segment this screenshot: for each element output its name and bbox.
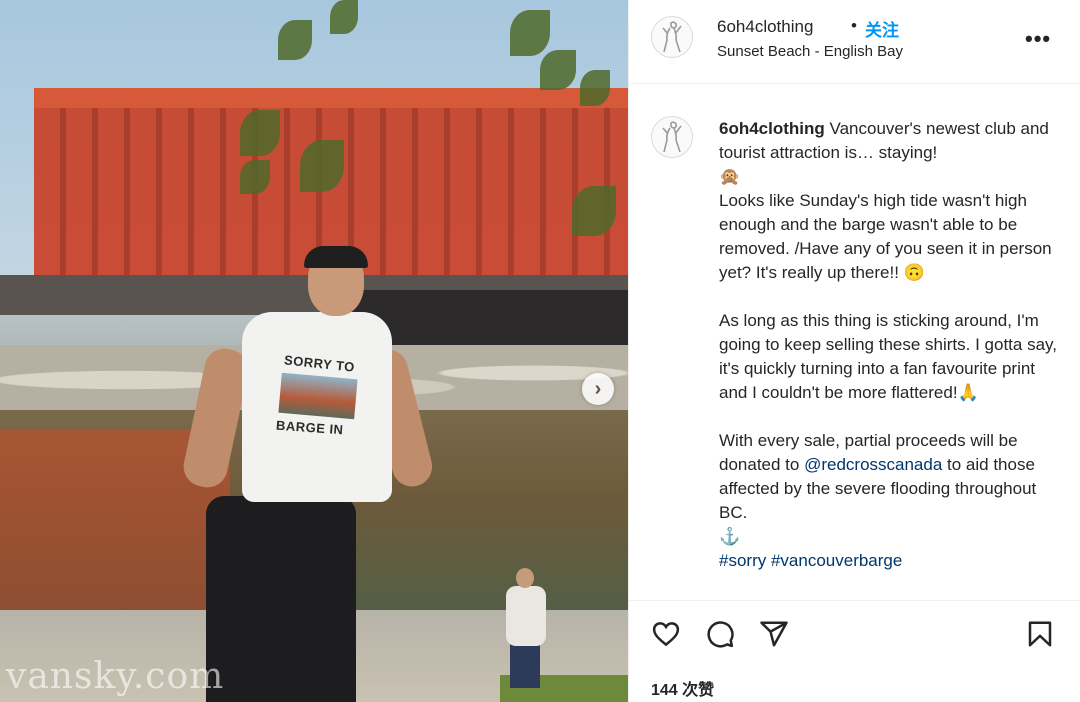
next-image-button[interactable]: › (582, 373, 614, 405)
likes-count[interactable]: 144 次赞 (651, 676, 714, 700)
person-cap (304, 246, 368, 268)
post-panel: 6oh4clothing • 关注 Sunset Beach - English… (628, 0, 1080, 702)
leaf (510, 10, 550, 56)
caption: 6oh4clothing Vancouver's newest club and… (629, 84, 1080, 600)
share-icon (760, 621, 788, 647)
caption-text: 6oh4clothing Vancouver's newest club and… (719, 117, 1065, 573)
heart-icon (652, 622, 680, 647)
like-button[interactable] (651, 619, 685, 653)
hashtag-link[interactable]: #sorry (719, 551, 766, 570)
bookmark-icon (1028, 621, 1052, 647)
leaf (300, 140, 344, 192)
anchor-icon: ⚓ (719, 527, 741, 546)
post-header: 6oh4clothing • 关注 Sunset Beach - English… (629, 0, 1080, 84)
share-button[interactable] (759, 619, 793, 653)
shirt-print-image (278, 372, 358, 420)
leaf (540, 50, 576, 90)
mention-link[interactable]: @redcrosscanada (804, 455, 942, 474)
barge-top (34, 88, 628, 108)
leaf (240, 160, 270, 194)
avatar[interactable] (651, 16, 693, 58)
leaf (572, 186, 616, 236)
leaf (240, 110, 280, 156)
avatar-figure-icon (662, 121, 682, 153)
watermark: vansky.com (6, 656, 225, 697)
post-location[interactable]: Sunset Beach - English Bay (717, 43, 903, 60)
caption-line: As long as this thing is sticking around… (719, 311, 1057, 402)
leaf (278, 20, 312, 60)
follow-button[interactable]: 关注 (865, 16, 899, 41)
caption-line: Looks like Sunday's high tide wasn't hig… (719, 191, 1052, 282)
post-username[interactable]: 6oh4clothing (717, 17, 813, 37)
separator-dot: • (851, 16, 857, 35)
chevron-right-icon: › (594, 377, 602, 400)
hashtag-link[interactable]: #vancouverbarge (771, 551, 902, 570)
child-head (516, 568, 534, 588)
more-options-icon[interactable]: ••• (1025, 26, 1051, 52)
action-bar: 144 次赞 (629, 600, 1080, 702)
shirt-print-line1: SORRY TO (283, 352, 356, 375)
shirt-print: SORRY TO BARGE IN (275, 352, 368, 438)
shirt-print-line2: BARGE IN (275, 417, 345, 438)
post-image[interactable]: SORRY TO BARGE IN › vansky.com (0, 0, 628, 702)
person: SORRY TO BARGE IN (179, 246, 437, 702)
person-legs (206, 496, 356, 702)
avatar-figure-icon (662, 21, 682, 53)
caption-emoji: 🙊 (719, 167, 741, 186)
caption-avatar[interactable] (651, 116, 693, 158)
save-button[interactable] (1025, 619, 1059, 653)
comment-button[interactable] (705, 619, 739, 653)
child (502, 568, 548, 690)
comment-icon (707, 621, 734, 648)
child-coat (506, 586, 546, 646)
leaf (330, 0, 358, 34)
child-legs (510, 644, 540, 688)
caption-username[interactable]: 6oh4clothing (719, 119, 825, 138)
leaf (580, 70, 610, 106)
